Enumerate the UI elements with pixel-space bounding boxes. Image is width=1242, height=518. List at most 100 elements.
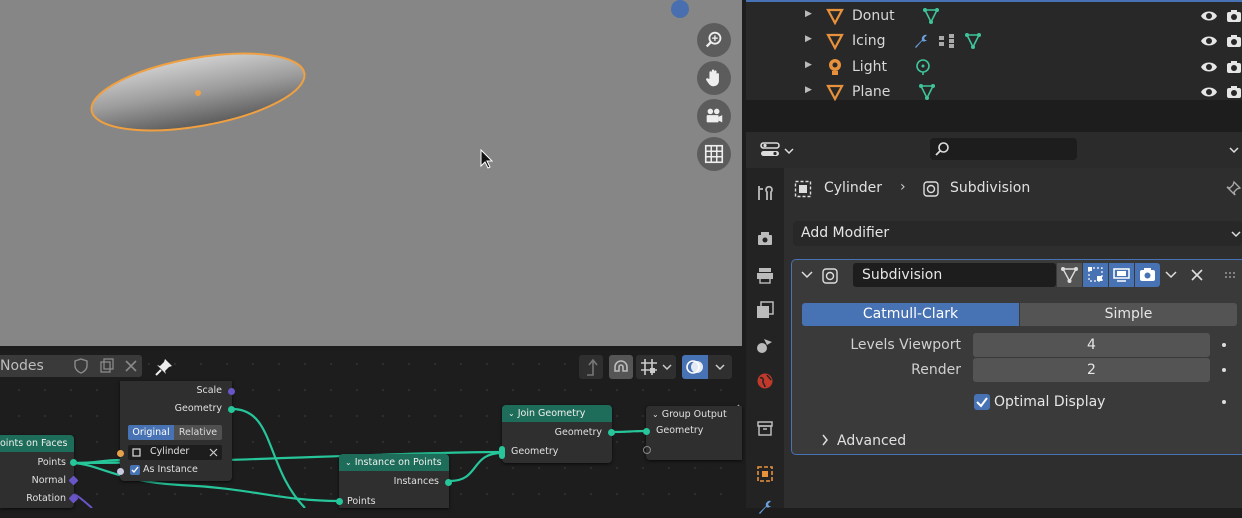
navigation-gizmo-dot — [671, 0, 689, 18]
outliner-item-plane[interactable]: ▶ Plane — [746, 80, 1242, 105]
breadcrumb-separator-icon: › — [900, 179, 906, 195]
tab-view-layer[interactable] — [754, 299, 776, 321]
render-camera-icon[interactable] — [1226, 9, 1242, 23]
chevron-down-icon[interactable] — [1228, 146, 1240, 154]
mesh-data-icon[interactable] — [922, 7, 940, 25]
mode-original-button[interactable]: Original — [128, 425, 174, 440]
input-socket[interactable] — [336, 498, 343, 505]
tab-collection[interactable] — [754, 417, 776, 439]
optimal-display-checkbox[interactable] — [974, 394, 990, 410]
group-output-node[interactable]: ⌄ Group Output Geometry — [643, 406, 742, 460]
keyframe-dot-icon[interactable] — [1222, 400, 1226, 404]
expand-arrow-icon[interactable]: ▶ — [805, 85, 812, 95]
output-socket[interactable] — [445, 479, 452, 486]
geometry-nodes-icon[interactable] — [938, 32, 956, 50]
breadcrumb-modifier: Subdivision — [950, 180, 1031, 196]
output-label: Instances — [393, 476, 439, 487]
join-geometry-node[interactable]: ⌄ Join Geometry Geometry Geometry — [499, 405, 615, 463]
pin-icon[interactable] — [1224, 180, 1242, 198]
input-socket[interactable] — [117, 450, 124, 457]
input-socket[interactable] — [643, 428, 650, 435]
levels-viewport-field[interactable]: 4 — [973, 333, 1210, 357]
add-modifier-label: Add Modifier — [801, 225, 890, 241]
properties-editor-icon — [760, 142, 780, 156]
mesh-data-icon[interactable] — [918, 83, 936, 101]
tab-render[interactable] — [754, 228, 776, 250]
checkmark-icon — [131, 466, 139, 474]
editor-type-button[interactable] — [758, 137, 796, 162]
simple-option[interactable]: Simple — [1020, 303, 1237, 326]
keyframe-dot-icon[interactable] — [1222, 368, 1226, 372]
light-data-icon[interactable] — [914, 58, 932, 76]
expand-arrow-icon[interactable]: ▶ — [805, 9, 812, 19]
show-viewport-toggle[interactable] — [1109, 263, 1134, 287]
checkmark-icon — [976, 397, 988, 408]
output-label: Scale — [196, 385, 222, 396]
mesh-object-icon — [826, 33, 844, 50]
subdivision-icon — [822, 268, 838, 284]
toggle-grid-button[interactable] — [697, 137, 731, 171]
output-socket[interactable] — [228, 388, 235, 395]
modifier-name-field[interactable]: Subdivision — [853, 263, 1056, 287]
modifier-name-value: Subdivision — [862, 267, 943, 283]
render-camera-icon[interactable] — [1226, 60, 1242, 74]
instance-on-points-node[interactable]: ⌄ Instance on Points Instances Points — [336, 454, 452, 508]
render-levels-field[interactable]: 2 — [973, 358, 1210, 382]
visibility-eye-icon[interactable] — [1200, 85, 1218, 99]
properties-header — [746, 132, 1242, 168]
catmull-clark-option[interactable]: Catmull-Clark — [802, 303, 1019, 326]
tab-output[interactable] — [754, 264, 776, 286]
wrench-modifier-icon[interactable] — [912, 32, 930, 50]
visibility-eye-icon[interactable] — [1200, 9, 1218, 23]
close-icon[interactable] — [1191, 269, 1203, 281]
camera-view-button[interactable] — [697, 99, 731, 133]
expand-chevron-icon[interactable] — [821, 434, 829, 446]
edit-mode-toggle[interactable] — [1057, 263, 1082, 287]
tab-tool[interactable] — [754, 182, 776, 204]
visibility-eye-icon[interactable] — [1200, 34, 1218, 48]
output-socket[interactable] — [70, 459, 77, 466]
outliner-item-light[interactable]: ▶ Light — [746, 55, 1242, 80]
outliner-item-icing[interactable]: ▶ Icing — [746, 29, 1242, 54]
3d-viewport[interactable] — [0, 0, 742, 346]
object-info-node[interactable]: Scale Geometry Original Relative Cylinde… — [117, 381, 235, 481]
outliner-item-donut[interactable]: ▶ Donut — [746, 4, 1242, 29]
render-camera-icon[interactable] — [1226, 34, 1242, 48]
input-socket[interactable] — [117, 468, 124, 475]
visibility-eye-icon[interactable] — [1200, 60, 1218, 74]
drag-handle-icon[interactable] — [1224, 271, 1238, 279]
expand-arrow-icon[interactable]: ▶ — [805, 34, 812, 44]
output-label: Geometry — [554, 427, 602, 438]
add-modifier-dropdown[interactable]: Add Modifier — [793, 221, 1242, 246]
tab-world[interactable] — [754, 370, 776, 392]
as-instance-checkbox[interactable] — [130, 465, 140, 475]
tab-modifiers[interactable] — [754, 496, 776, 518]
output-printer-icon — [757, 268, 773, 284]
zoom-button[interactable] — [697, 23, 731, 57]
on-cage-toggle[interactable] — [1083, 263, 1108, 287]
pan-button[interactable] — [697, 61, 731, 95]
mesh-data-icon[interactable] — [964, 32, 982, 50]
render-camera-icon[interactable] — [1226, 85, 1242, 99]
output-socket[interactable] — [228, 406, 235, 413]
properties-search-input[interactable] — [930, 138, 1077, 160]
keyframe-dot-icon[interactable] — [1222, 343, 1226, 347]
camera-icon — [1140, 268, 1155, 281]
output-socket[interactable] — [608, 429, 615, 436]
object-field[interactable]: Cylinder — [128, 445, 222, 460]
collapse-chevron-icon[interactable] — [801, 271, 813, 279]
tab-object[interactable] — [754, 463, 776, 485]
tab-scene[interactable] — [754, 334, 776, 356]
expand-arrow-icon[interactable]: ▶ — [805, 60, 812, 70]
show-render-toggle[interactable] — [1135, 263, 1160, 287]
multi-input-socket[interactable] — [499, 446, 505, 459]
mode-relative-button[interactable]: Relative — [174, 425, 222, 440]
edit-mode-icon — [1088, 267, 1103, 282]
node-title-text: Group Output — [661, 409, 727, 420]
modifier-menu-chevron-icon[interactable] — [1165, 271, 1177, 279]
advanced-subpanel-label[interactable]: Advanced — [837, 433, 906, 449]
clear-x-icon[interactable] — [209, 448, 218, 457]
distribute-points-on-faces-node[interactable]: oints on Faces Points Normal Rotation — [0, 435, 79, 508]
empty-input-socket[interactable] — [643, 446, 651, 454]
node-title: ⌄ Group Output — [646, 406, 742, 423]
